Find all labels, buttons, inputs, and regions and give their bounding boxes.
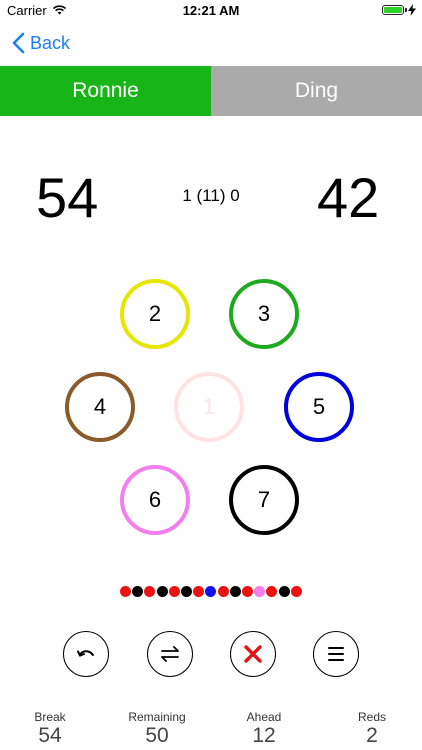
ball-button-blue[interactable]: 5 [284, 372, 354, 442]
ball-button-yellow[interactable]: 2 [120, 279, 190, 349]
potted-ball-black [278, 586, 290, 597]
ball-button-black[interactable]: 7 [229, 465, 299, 535]
stat-label: Ahead [246, 710, 282, 724]
stat-remaining: Remaining 50 [117, 710, 197, 748]
stat-value: 50 [145, 724, 169, 747]
ball-button-pink[interactable]: 6 [120, 465, 190, 535]
foul-button[interactable] [230, 631, 276, 677]
undo-button[interactable] [63, 631, 109, 677]
back-button[interactable]: Back [12, 31, 70, 55]
ball-value: 1 [202, 394, 216, 419]
potted-ball-red [217, 586, 229, 597]
potted-ball-black [156, 586, 168, 597]
ball-value: 5 [312, 394, 326, 419]
stat-value: 12 [252, 724, 276, 747]
back-label: Back [30, 32, 71, 53]
battery-icon [382, 5, 404, 15]
tab-player-right[interactable]: Ding [211, 66, 422, 116]
stat-value: 2 [366, 724, 378, 747]
potted-ball-red [193, 586, 205, 597]
ball-button-green[interactable]: 3 [229, 279, 299, 349]
potted-ball-red [120, 586, 131, 597]
potted-ball-blue [205, 586, 217, 597]
tab-player-left[interactable]: Ronnie [0, 66, 211, 116]
status-bar: Carrier 12:21 AM [0, 0, 422, 22]
battery-cap [405, 8, 407, 12]
potted-ball-red [242, 586, 253, 597]
menu-button[interactable] [313, 631, 359, 677]
player-tabs: Ronnie Ding [0, 66, 422, 116]
ball-value: 2 [148, 301, 162, 326]
undo-icon [77, 650, 94, 657]
ball-value: 7 [257, 487, 271, 512]
switch-player-button[interactable] [147, 631, 193, 677]
stat-label: Remaining [128, 710, 186, 724]
potted-ball-red [168, 586, 180, 597]
right-player-score: 42 [317, 166, 380, 229]
stat-break: Break 54 [10, 710, 90, 748]
potted-ball-red [290, 586, 302, 597]
ball-value: 4 [93, 394, 107, 419]
stat-label: Break [34, 710, 66, 724]
charging-bolt-icon [408, 4, 416, 16]
potted-ball-red [266, 586, 278, 597]
potted-ball-black [229, 586, 241, 597]
potted-ball-black [181, 586, 192, 597]
stat-label: Reds [357, 710, 386, 724]
stat-reds: Reds 2 [332, 710, 412, 748]
ball-button-brown[interactable]: 4 [65, 372, 135, 442]
potted-ball-pink [254, 586, 266, 597]
potted-ball-black [132, 586, 144, 597]
swap-icon [161, 646, 179, 662]
potted-ball-red [144, 586, 156, 597]
ball-button-red[interactable]: 1 [174, 372, 244, 442]
chevron-left-icon [12, 32, 25, 54]
stat-value: 54 [38, 724, 62, 747]
ball-value: 3 [257, 301, 271, 326]
menu-icon [328, 647, 344, 661]
stat-ahead: Ahead 12 [224, 710, 304, 748]
cross-icon [244, 645, 262, 663]
clock: 12:21 AM [182, 3, 240, 18]
ball-value: 6 [148, 487, 162, 512]
